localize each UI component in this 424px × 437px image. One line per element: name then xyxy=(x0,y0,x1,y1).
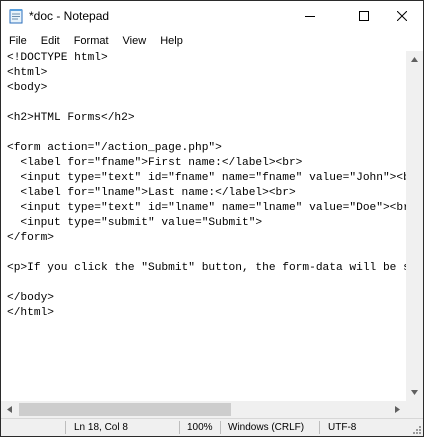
horizontal-scroll-thumb[interactable] xyxy=(19,403,231,416)
status-divider xyxy=(179,421,180,434)
resize-grip-icon[interactable] xyxy=(412,425,421,434)
status-divider xyxy=(65,421,66,434)
status-encoding: UTF-8 xyxy=(328,422,357,433)
close-button[interactable] xyxy=(379,1,424,31)
status-line-endings: Windows (CRLF) xyxy=(228,422,305,433)
close-icon xyxy=(397,11,407,21)
menu-view[interactable]: View xyxy=(116,31,154,51)
status-cursor-position: Ln 18, Col 8 xyxy=(74,422,128,433)
menu-format[interactable]: Format xyxy=(67,31,116,51)
scroll-down-button[interactable] xyxy=(406,384,423,401)
status-zoom: 100% xyxy=(187,422,213,433)
notepad-app-icon[interactable] xyxy=(9,8,23,24)
menu-file[interactable]: File xyxy=(1,31,34,51)
scrollbar-corner xyxy=(406,401,423,418)
window-title: *doc - Notepad xyxy=(29,9,110,23)
chevron-left-icon xyxy=(7,406,12,413)
scroll-up-button[interactable] xyxy=(406,51,423,68)
horizontal-scrollbar[interactable] xyxy=(1,401,406,418)
status-divider xyxy=(319,421,320,434)
notepad-window: *doc - Notepad File Edit Format View Hel… xyxy=(0,0,424,437)
maximize-icon xyxy=(359,11,369,21)
text-editor[interactable]: <!DOCTYPE html> <html> <body> <h2>HTML F… xyxy=(1,51,406,401)
editor-content[interactable]: <!DOCTYPE html> <html> <body> <h2>HTML F… xyxy=(1,51,406,321)
minimize-icon xyxy=(305,16,315,17)
status-bar: Ln 18, Col 8 100% Windows (CRLF) UTF-8 xyxy=(1,418,423,436)
menu-help[interactable]: Help xyxy=(153,31,190,51)
scroll-left-button[interactable] xyxy=(1,401,18,418)
menu-edit[interactable]: Edit xyxy=(34,31,67,51)
menu-bar: File Edit Format View Help xyxy=(1,31,423,51)
chevron-down-icon xyxy=(411,390,418,395)
chevron-right-icon xyxy=(395,406,400,413)
minimize-button[interactable] xyxy=(287,1,333,31)
status-divider xyxy=(220,421,221,434)
vertical-scrollbar[interactable] xyxy=(406,51,423,401)
title-bar[interactable]: *doc - Notepad xyxy=(1,1,423,31)
scroll-right-button[interactable] xyxy=(389,401,406,418)
chevron-up-icon xyxy=(411,57,418,62)
